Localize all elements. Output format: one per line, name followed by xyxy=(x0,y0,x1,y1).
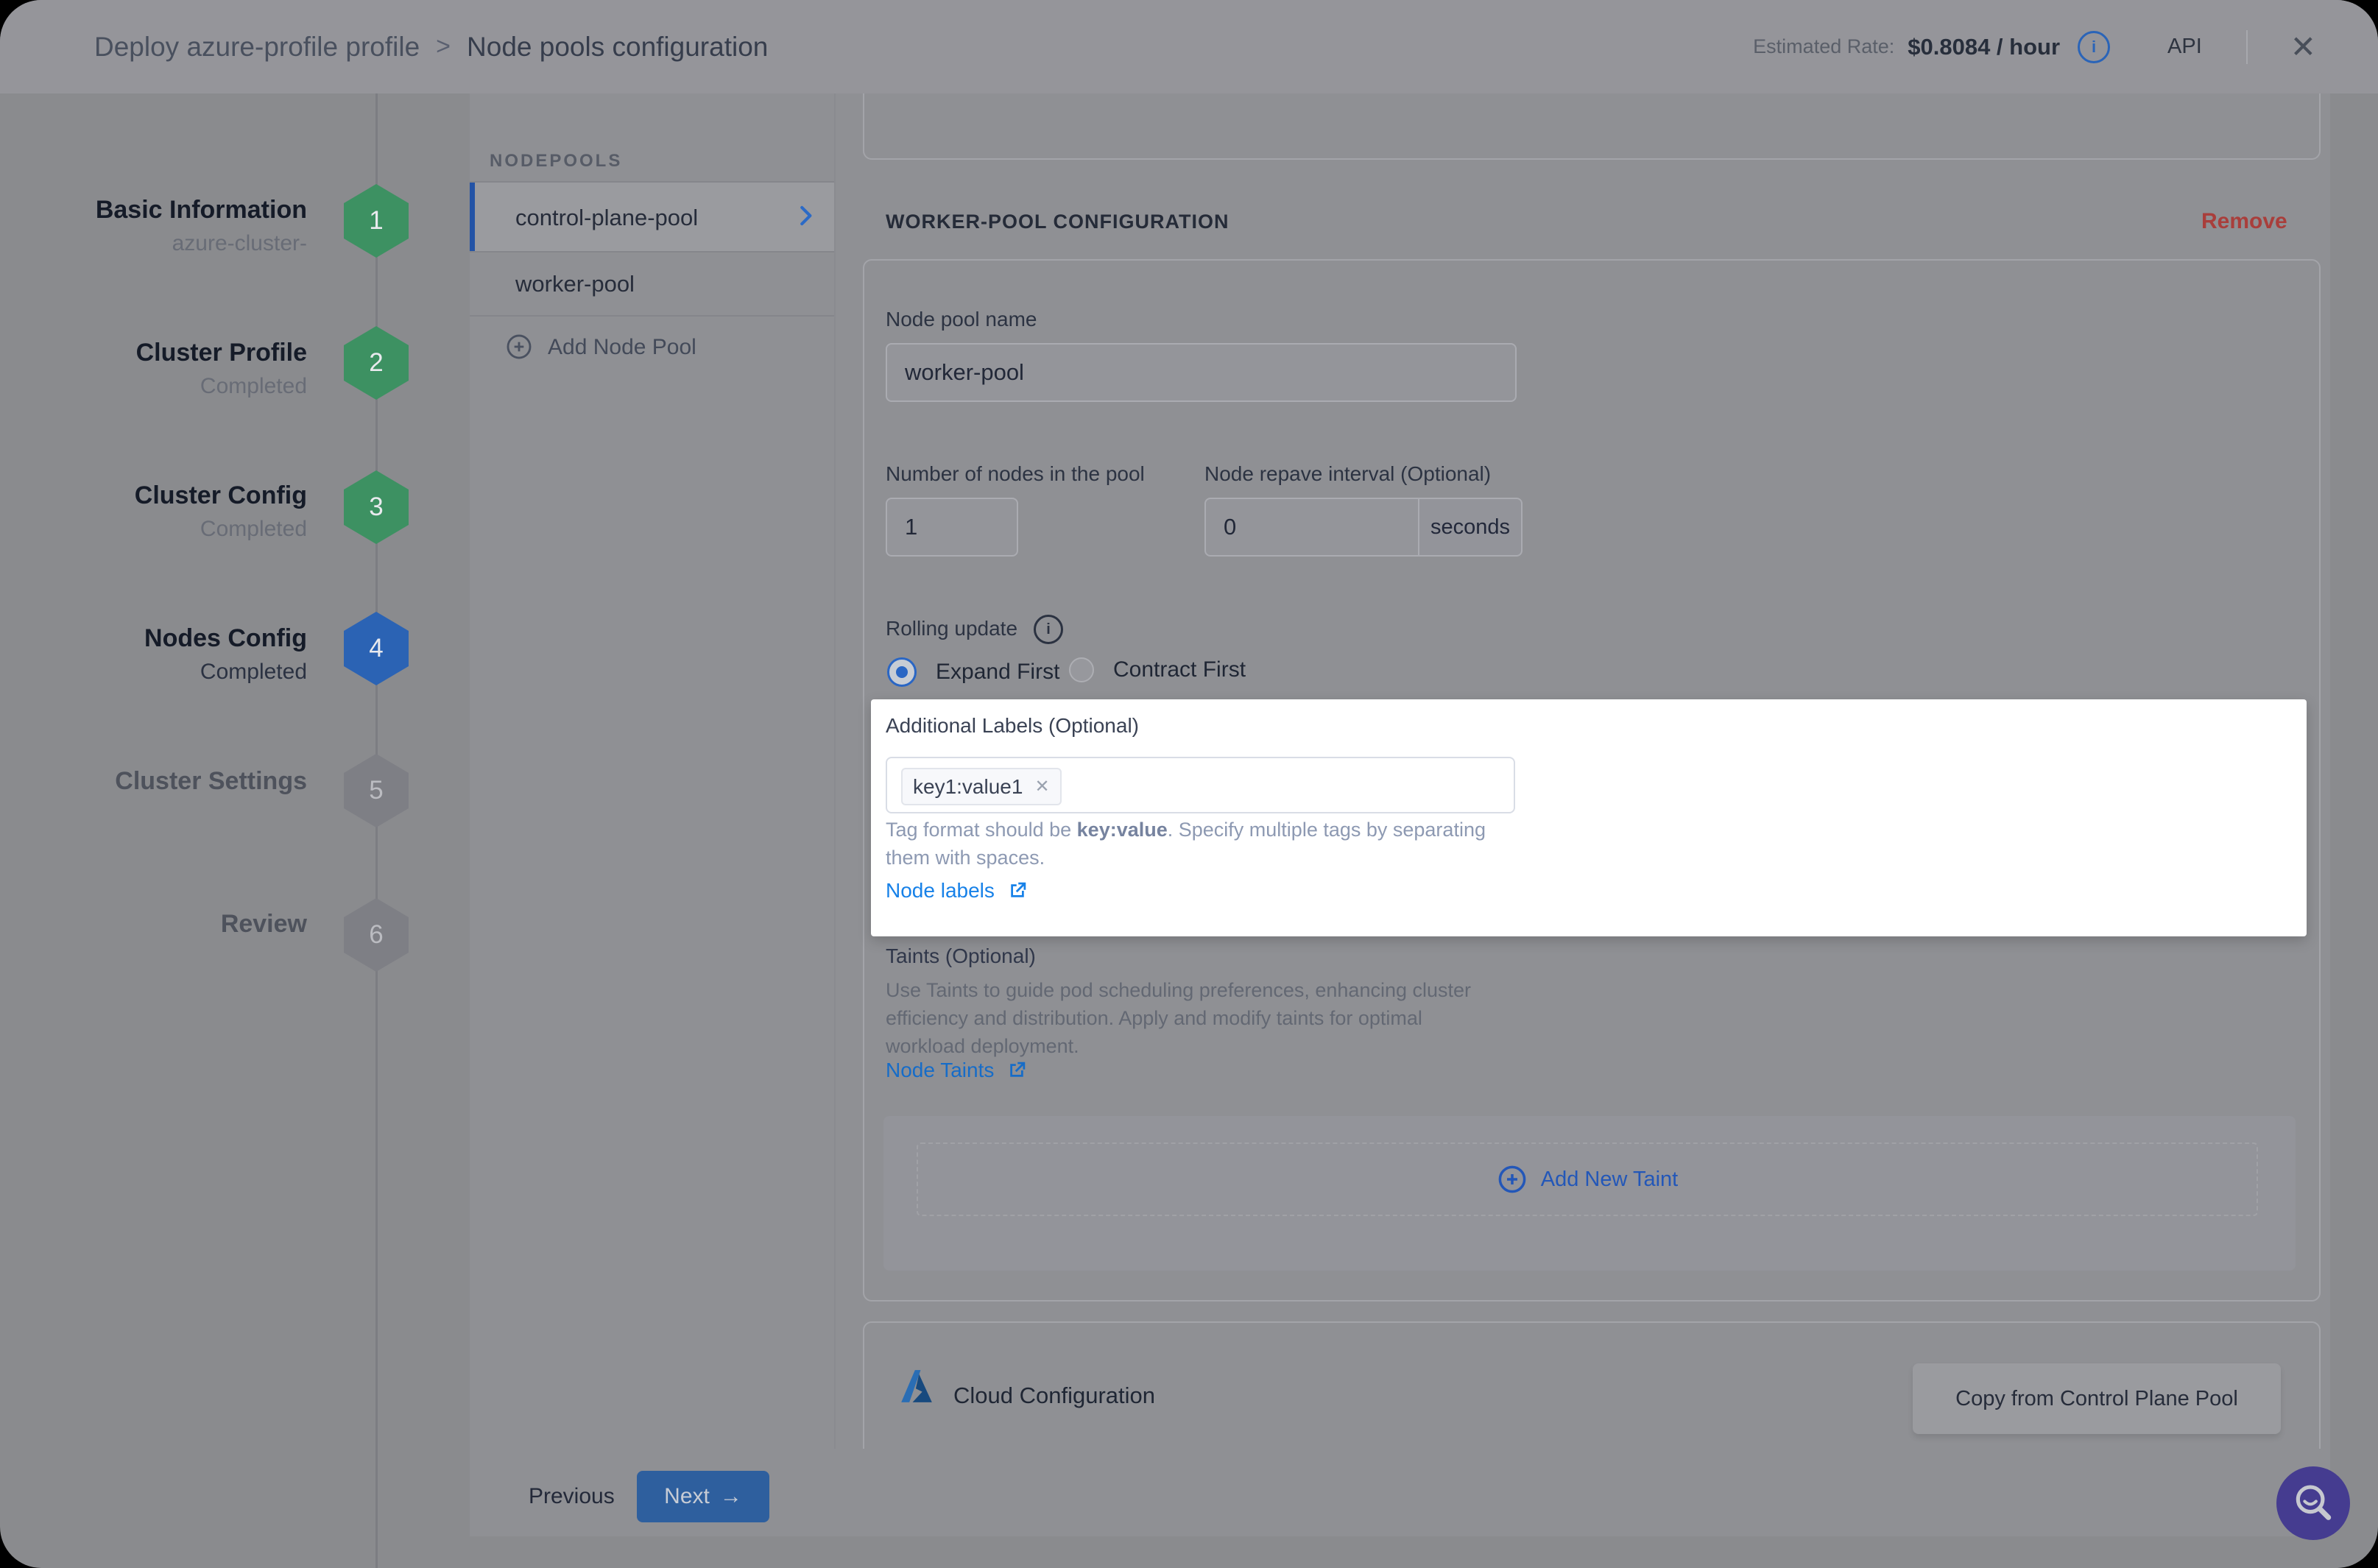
labels-helper-line2: them with spaces. xyxy=(886,847,1045,869)
azure-logo xyxy=(901,1370,932,1402)
step-cluster-profile-subtitle: Completed xyxy=(200,374,307,398)
step-basic-information-subtitle: azure-cluster- xyxy=(172,231,307,255)
node-count-input[interactable] xyxy=(886,498,1018,557)
taints-desc-line3: workload deployment. xyxy=(886,1035,1079,1057)
taints-desc-line2: efficiency and distribution. Apply and m… xyxy=(886,1007,1422,1029)
header-right: Estimated Rate: $0.8084 / hour i API ✕ xyxy=(1753,0,2316,93)
copy-from-control-plane-button[interactable]: Copy from Control Plane Pool xyxy=(1913,1363,2281,1434)
node-pool-name-input[interactable] xyxy=(886,343,1517,402)
estimated-rate-value: $0.8084 / hour xyxy=(1908,33,2061,60)
nodepool-item-worker-pool[interactable]: worker-pool xyxy=(515,271,635,297)
app-window: Deploy azure-profile profile > Node pool… xyxy=(0,0,2378,1568)
estimated-rate-label: Estimated Rate: xyxy=(1753,35,1895,57)
add-new-taint-label: Add New Taint xyxy=(1540,1167,1679,1191)
cloud-config-title: Cloud Configuration xyxy=(953,1382,1156,1408)
nodepools-panel-title: NODEPOOLS xyxy=(490,151,623,171)
helper-pre: Tag format should be xyxy=(886,819,1077,841)
breadcrumb-separator: > xyxy=(436,32,451,60)
radio-selected-icon[interactable] xyxy=(887,657,917,687)
label-tag-value: key1:value1 xyxy=(913,774,1023,798)
nodepool-selected-indicator xyxy=(470,183,475,251)
radio-expand-first[interactable]: Expand First xyxy=(887,657,1059,687)
step-review[interactable]: Review xyxy=(221,910,307,939)
next-button[interactable]: Next → xyxy=(637,1471,769,1522)
repave-unit-addon: seconds xyxy=(1419,498,1523,557)
helper-post: . Specify multiple tags by separating xyxy=(1167,819,1486,841)
plus-circle-icon xyxy=(1498,1165,1526,1193)
rolling-update-label: Rolling update xyxy=(886,617,1018,640)
node-taints-link-row[interactable]: Node Taints xyxy=(886,1059,1028,1082)
page-title: Node pools configuration xyxy=(467,31,769,62)
api-button[interactable]: API xyxy=(2167,35,2202,59)
external-link-icon xyxy=(1010,1062,1026,1077)
additional-labels-spotlight: Additional Labels (Optional) key1:value1… xyxy=(871,699,2307,936)
node-count-label: Number of nodes in the pool xyxy=(886,462,1145,485)
taints-title: Taints (Optional) xyxy=(886,944,1036,967)
breadcrumb-profile: Deploy azure-profile profile xyxy=(94,31,420,62)
external-link-icon xyxy=(1011,882,1026,897)
worker-pool-section-title: WORKER-POOL CONFIGURATION xyxy=(886,211,1229,233)
chevron-right-icon[interactable] xyxy=(791,202,819,230)
radio-contract-first[interactable]: Contract First xyxy=(1069,657,1246,682)
arrow-right-icon: → xyxy=(719,1484,742,1508)
step-cluster-settings[interactable]: Cluster Settings xyxy=(115,767,307,796)
rolling-update-info-icon[interactable]: i xyxy=(1034,615,1063,644)
plus-circle-icon[interactable] xyxy=(505,333,533,361)
remove-tag-icon[interactable]: ✕ xyxy=(1034,776,1049,797)
previous-button[interactable]: Previous xyxy=(529,1484,615,1509)
wizard-header: Deploy azure-profile profile > Node pool… xyxy=(0,0,2378,93)
labels-tags-input[interactable]: key1:value1 ✕ xyxy=(886,757,1515,813)
node-labels-link[interactable]: Node labels xyxy=(886,879,995,903)
nodepools-divider-mid xyxy=(470,251,834,252)
nodepools-panel-divider xyxy=(834,93,836,1536)
breadcrumb: Deploy azure-profile profile > Node pool… xyxy=(94,32,768,63)
node-taints-link[interactable]: Node Taints xyxy=(886,1059,994,1082)
step-6-hexagon[interactable]: 6 xyxy=(344,898,409,972)
rate-info-icon[interactable]: i xyxy=(2078,30,2111,63)
header-divider xyxy=(2245,29,2248,64)
nodepool-item-label[interactable]: control-plane-pool xyxy=(515,205,698,231)
step-3-hexagon[interactable]: 3 xyxy=(344,470,409,544)
screenshot-frame: Deploy azure-profile profile > Node pool… xyxy=(0,0,2378,1568)
step-nodes-config[interactable]: Nodes Config xyxy=(144,624,307,653)
repave-interval-label: Node repave interval (Optional) xyxy=(1204,462,1492,485)
nodepools-divider-top xyxy=(470,181,834,183)
stepper-timeline xyxy=(375,93,378,1568)
label-tag-chip: key1:value1 ✕ xyxy=(901,768,1062,805)
remove-button[interactable]: Remove xyxy=(2201,209,2287,234)
add-new-taint-button[interactable]: Add New Taint xyxy=(917,1143,2258,1216)
taints-desc-line1: Use Taints to guide pod scheduling prefe… xyxy=(886,979,1472,1001)
radio-contract-label: Contract First xyxy=(1113,657,1246,682)
node-labels-link-row[interactable]: Node labels xyxy=(886,879,1029,903)
radio-unselected-icon[interactable] xyxy=(1069,657,1094,682)
step-basic-information[interactable]: Basic Information xyxy=(96,196,307,225)
close-icon[interactable]: ✕ xyxy=(2290,29,2316,65)
step-nodes-config-subtitle: Completed xyxy=(200,660,307,684)
labels-helper-line1: Tag format should be key:value. Specify … xyxy=(886,819,1486,841)
step-2-hexagon[interactable]: 2 xyxy=(344,326,409,400)
step-cluster-profile[interactable]: Cluster Profile xyxy=(136,339,307,367)
additional-labels-title: Additional Labels (Optional) xyxy=(886,714,1139,737)
assistant-fab[interactable] xyxy=(2276,1466,2350,1540)
step-4-hexagon[interactable]: 4 xyxy=(344,612,409,685)
search-smile-icon xyxy=(2296,1485,2332,1520)
next-label: Next xyxy=(664,1484,710,1508)
nodepools-divider-bottom xyxy=(470,315,834,317)
step-cluster-config-subtitle: Completed xyxy=(200,517,307,541)
repave-interval-input[interactable] xyxy=(1204,498,1419,557)
step-5-hexagon[interactable]: 5 xyxy=(344,754,409,827)
add-node-pool-button[interactable]: Add Node Pool xyxy=(548,335,696,360)
helper-bold: key:value xyxy=(1076,819,1168,841)
node-pool-name-label: Node pool name xyxy=(886,308,1037,331)
radio-expand-label: Expand First xyxy=(936,660,1060,684)
step-cluster-config[interactable]: Cluster Config xyxy=(135,481,307,510)
step-1-hexagon[interactable]: 1 xyxy=(344,184,409,258)
